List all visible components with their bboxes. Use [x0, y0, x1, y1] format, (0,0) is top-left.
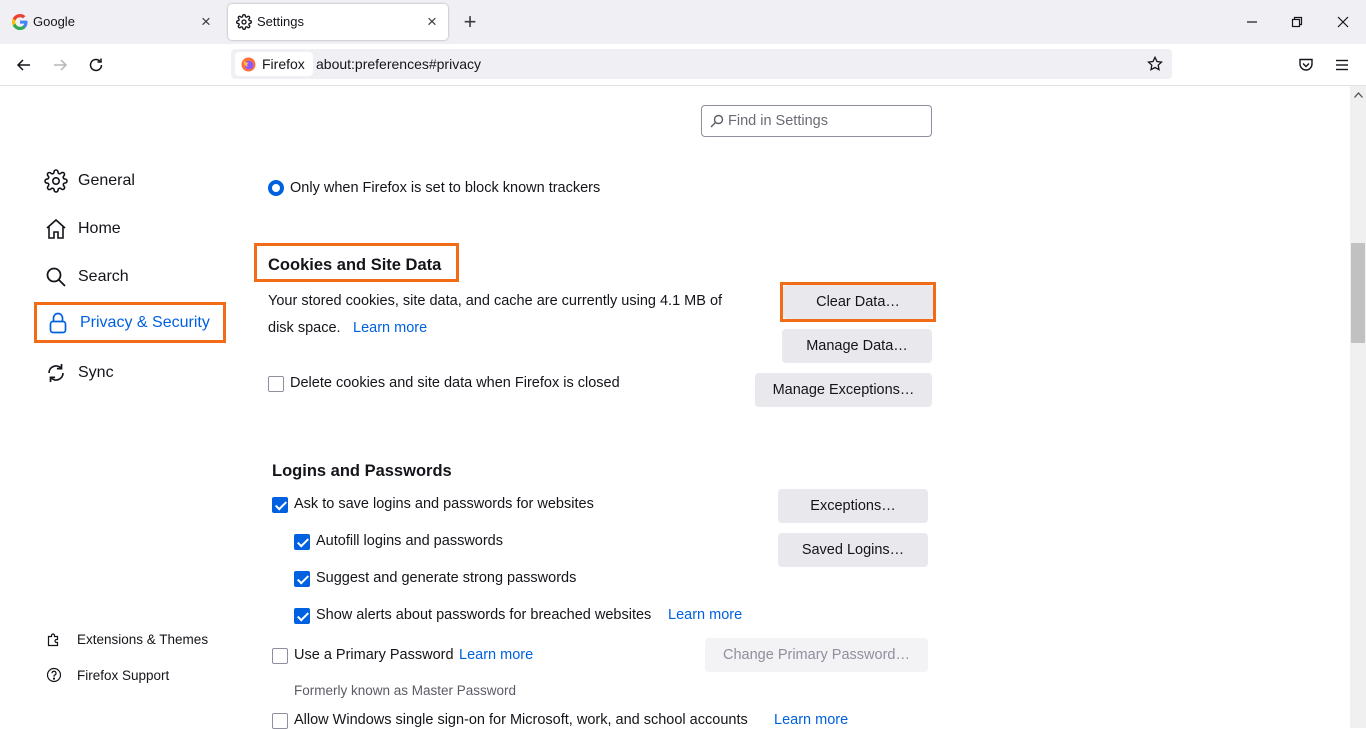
site-identity-button[interactable]: Firefox — [235, 52, 313, 76]
app-menu-button[interactable] — [1328, 52, 1356, 78]
logins-heading: Logins and Passwords — [272, 462, 452, 480]
sidebar-item-label: General — [78, 172, 135, 189]
sidebar-item-home[interactable]: Home — [44, 213, 121, 245]
puzzle-icon — [46, 631, 62, 647]
lock-icon — [46, 311, 70, 335]
ask-to-save-logins-checkbox[interactable] — [272, 497, 288, 513]
sidebar-item-sync[interactable]: Sync — [44, 357, 114, 389]
scrollbar[interactable] — [1350, 86, 1366, 728]
cookies-description: Your stored cookies, site data, and cach… — [268, 293, 723, 309]
identity-label: Firefox — [262, 56, 305, 72]
footer-label: Firefox Support — [77, 667, 170, 683]
minimize-icon — [1247, 21, 1257, 23]
windows-sso-checkbox[interactable] — [272, 713, 288, 729]
checkbox-label: Ask to save logins and passwords for web… — [294, 496, 594, 512]
windows-sso-learn-more-link[interactable]: Learn more — [774, 712, 848, 728]
forward-button[interactable] — [46, 52, 74, 78]
button-label: Exceptions… — [810, 498, 896, 514]
change-primary-password-button[interactable]: Change Primary Password… — [705, 638, 928, 672]
footer-label: Extensions & Themes — [77, 631, 209, 647]
home-icon — [44, 217, 68, 241]
button-label: Manage Data… — [806, 338, 908, 354]
cookies-description-cont: disk space. — [268, 320, 341, 336]
bookmark-star-button[interactable] — [1144, 53, 1166, 75]
saved-logins-button[interactable]: Saved Logins… — [778, 533, 928, 567]
scrollbar-thumb[interactable] — [1351, 243, 1365, 343]
checkbox-label: Autofill logins and passwords — [316, 533, 503, 549]
minimize-button[interactable] — [1240, 10, 1264, 34]
url-bar[interactable]: Firefox about:preferences#privacy — [231, 49, 1172, 79]
sidebar-item-general[interactable]: General — [44, 165, 135, 197]
arrow-left-icon — [16, 59, 30, 71]
firefox-support-link[interactable]: Firefox Support — [46, 667, 169, 683]
radio-label: Only when Firefox is set to block known … — [290, 180, 601, 196]
tab-settings[interactable]: Settings × — [228, 4, 448, 40]
cookies-heading: Cookies and Site Data — [268, 256, 442, 274]
tab-strip: Google × Settings × + — [0, 0, 1366, 44]
radio-block-known-trackers[interactable] — [268, 180, 284, 196]
google-icon — [12, 14, 28, 30]
search-input[interactable]: Find in Settings — [701, 105, 932, 137]
extensions-themes-link[interactable]: Extensions & Themes — [46, 631, 208, 647]
restore-button[interactable] — [1285, 10, 1309, 34]
navigation-toolbar: Firefox about:preferences#privacy — [0, 44, 1366, 86]
button-label: Saved Logins… — [801, 542, 905, 558]
reload-icon — [89, 58, 103, 72]
sync-icon — [44, 361, 68, 385]
hamburger-menu-icon — [1336, 59, 1348, 71]
manage-exceptions-button[interactable]: Manage Exceptions… — [755, 373, 932, 407]
checkbox-label: Show alerts about passwords for breached… — [316, 607, 652, 623]
search-placeholder: Find in Settings — [728, 113, 828, 129]
sidebar-item-privacy-security[interactable]: Privacy & Security — [34, 302, 226, 343]
suggest-passwords-checkbox[interactable] — [294, 571, 310, 587]
search-icon — [44, 265, 68, 289]
pocket-icon — [1299, 58, 1313, 71]
tab-google[interactable]: Google × — [4, 4, 222, 40]
formerly-master-password-note: Formerly known as Master Password — [294, 683, 517, 698]
primary-password-learn-more-link[interactable]: Learn more — [459, 647, 533, 663]
checkbox-label: Allow Windows single sign-on for Microso… — [294, 712, 748, 728]
sidebar-item-label: Home — [78, 220, 121, 237]
gear-icon — [236, 14, 252, 30]
checkbox-label: Use a Primary Password — [294, 647, 454, 663]
preferences-page: Find in Settings General Home Search Pri… — [0, 86, 1350, 729]
close-icon — [1337, 16, 1349, 28]
primary-password-checkbox[interactable] — [272, 648, 288, 664]
close-tab-icon[interactable]: × — [196, 12, 216, 32]
cookies-learn-more-link[interactable]: Learn more — [353, 320, 427, 336]
url-text[interactable]: about:preferences#privacy — [316, 56, 481, 72]
new-tab-button[interactable]: + — [456, 8, 484, 36]
autofill-logins-checkbox[interactable] — [294, 534, 310, 550]
arrow-right-icon — [54, 59, 68, 71]
restore-icon — [1291, 16, 1303, 28]
help-icon — [46, 667, 62, 683]
breach-learn-more-link[interactable]: Learn more — [668, 607, 742, 623]
sidebar-item-label: Sync — [78, 364, 114, 381]
checkbox-label: Delete cookies and site data when Firefo… — [290, 375, 620, 391]
gear-icon — [44, 169, 68, 193]
button-label: Change Primary Password… — [723, 647, 910, 663]
pocket-button[interactable] — [1292, 52, 1320, 78]
checkbox-label: Suggest and generate strong passwords — [316, 570, 577, 586]
clear-data-highlight — [780, 282, 936, 322]
tab-title: Settings — [257, 14, 304, 29]
login-exceptions-button[interactable]: Exceptions… — [778, 489, 928, 523]
star-icon — [1147, 56, 1163, 71]
firefox-logo-icon — [241, 56, 256, 72]
sidebar-item-search[interactable]: Search — [44, 261, 129, 293]
tab-title: Google — [33, 14, 75, 29]
button-label: Manage Exceptions… — [772, 382, 915, 398]
manage-data-button[interactable]: Manage Data… — [782, 329, 932, 363]
back-button[interactable] — [10, 52, 38, 78]
breach-alerts-checkbox[interactable] — [294, 608, 310, 624]
close-tab-icon[interactable]: × — [422, 12, 442, 32]
sidebar-item-label: Search — [78, 268, 129, 285]
search-icon — [710, 114, 724, 128]
scroll-up-arrow-icon[interactable] — [1350, 88, 1366, 102]
close-window-button[interactable] — [1331, 10, 1355, 34]
sidebar-item-label: Privacy & Security — [80, 313, 210, 331]
reload-button[interactable] — [82, 52, 110, 78]
delete-cookies-on-close-checkbox[interactable] — [268, 376, 284, 392]
